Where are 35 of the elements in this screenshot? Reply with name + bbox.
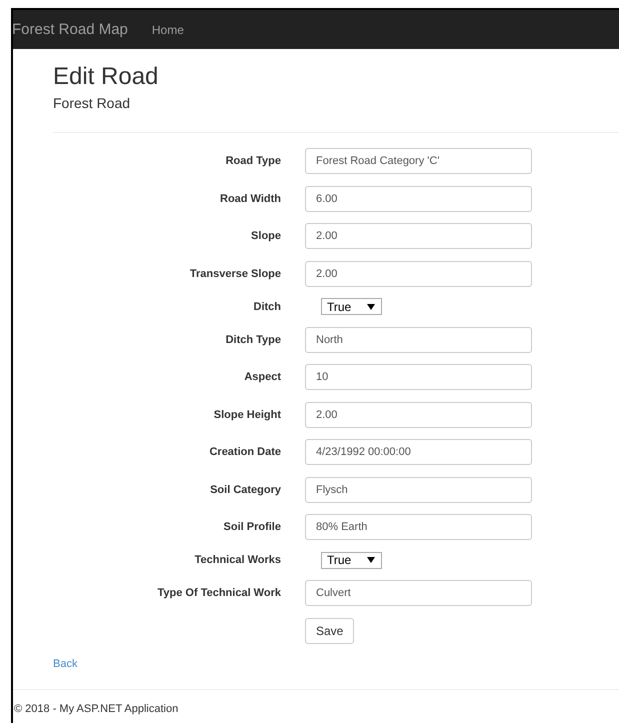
footer-text: © 2018 - My ASP.NET Application [14, 702, 180, 714]
caret-icon [367, 557, 375, 563]
input-field[interactable]: 80% Earth [305, 514, 532, 540]
input-field[interactable]: 10 [305, 364, 532, 390]
input-field[interactable]: 2.00 [305, 223, 532, 249]
input-field[interactable]: Culvert [305, 580, 532, 606]
page-subtitle: Forest Road [53, 94, 132, 112]
input-field[interactable]: 6.00 [305, 186, 532, 212]
field-label: Soil Profile [222, 521, 281, 533]
field-label: Aspect [243, 371, 281, 383]
field-label: Slope Height [212, 408, 281, 420]
input-field[interactable]: North [305, 326, 532, 352]
input-field[interactable]: 4/23/1992 00:00:00 [305, 439, 532, 465]
input-field[interactable]: 2.00 [305, 402, 532, 428]
field-label: Soil Category [209, 484, 281, 496]
input-field[interactable]: Forest Road Category 'C' [305, 148, 532, 174]
field-label: Road Width [219, 192, 281, 204]
field-label: Technical Works [194, 554, 281, 566]
field-label: Creation Date [208, 446, 281, 458]
caret-icon [367, 304, 375, 310]
field-label: Transverse Slope [188, 268, 281, 280]
brand-title[interactable]: Forest Road Map [12, 21, 128, 38]
nav-link[interactable]: Home [152, 22, 184, 36]
input-field[interactable]: Flysch [305, 476, 532, 502]
field-label: Ditch [252, 300, 281, 312]
save-button[interactable]: Save [305, 618, 354, 644]
input-field[interactable]: 2.00 [305, 260, 532, 286]
field-label: Slope [250, 230, 281, 242]
page-title: Edit Road [53, 63, 160, 91]
dropdown[interactable]: True [321, 552, 382, 568]
dropdown[interactable]: True [321, 298, 382, 315]
field-label: Road Type [224, 155, 281, 167]
back-link[interactable]: Back [53, 658, 78, 670]
field-label: Type Of Technical Work [156, 587, 281, 599]
field-label: Ditch Type [224, 334, 281, 346]
